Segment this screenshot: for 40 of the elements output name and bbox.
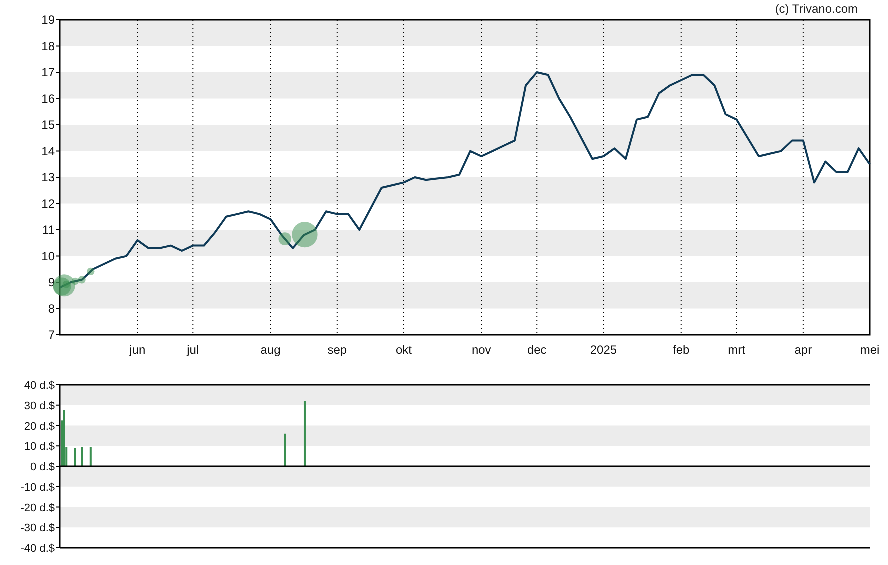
- volume-bar: [90, 447, 92, 466]
- y-axis-label: 16: [42, 92, 55, 106]
- y-axis-label: 12: [42, 196, 55, 211]
- y-axis-label: 11: [42, 223, 55, 237]
- y-axis-label: -10 d.$: [20, 482, 55, 494]
- x-axis-label: jun: [130, 343, 146, 357]
- y-axis-label: 13: [42, 170, 55, 184]
- y-axis-label: -40 d.$: [20, 543, 55, 555]
- volume-bar: [284, 434, 286, 466]
- x-axis-label: apr: [794, 343, 812, 357]
- y-axis-label: 7: [48, 328, 55, 342]
- x-axis-label: okt: [396, 343, 412, 357]
- volume-bar: [74, 448, 76, 466]
- y-axis-label: -30 d.$: [20, 522, 55, 535]
- y-axis-label: 19: [42, 13, 55, 27]
- copyright-text: (c) Trivano.com: [775, 2, 858, 16]
- y-axis-label: 10 d.$: [24, 441, 55, 454]
- y-axis-label: 20 d.$: [24, 420, 55, 433]
- y-axis-label: -20 d.$: [20, 502, 55, 514]
- y-axis-label: 17: [42, 66, 55, 80]
- y-axis-label: 18: [42, 39, 55, 54]
- x-axis-label: sep: [328, 343, 348, 357]
- y-axis-label: 15: [42, 118, 55, 132]
- x-axis-label: mrt: [728, 343, 746, 357]
- x-axis-label: aug: [260, 343, 281, 357]
- y-axis-label: 8: [48, 302, 55, 316]
- y-axis-label: 14: [42, 144, 55, 158]
- x-axis-label: feb: [673, 343, 690, 357]
- x-axis-label: mei: [860, 343, 880, 357]
- y-axis-label: 10: [42, 249, 55, 264]
- y-axis-label: 9: [48, 276, 55, 290]
- y-axis-label: 0 d.$: [30, 462, 55, 474]
- y-axis-label: 30 d.$: [24, 400, 55, 412]
- x-axis-label: 2025: [590, 343, 618, 357]
- volume-bar: [81, 447, 84, 466]
- y-axis-label: 40 d.$: [24, 380, 55, 392]
- x-axis-label: nov: [472, 343, 492, 357]
- x-axis-label: jul: [187, 343, 200, 357]
- x-axis-label: dec: [527, 343, 547, 357]
- volume-bar: [304, 401, 306, 466]
